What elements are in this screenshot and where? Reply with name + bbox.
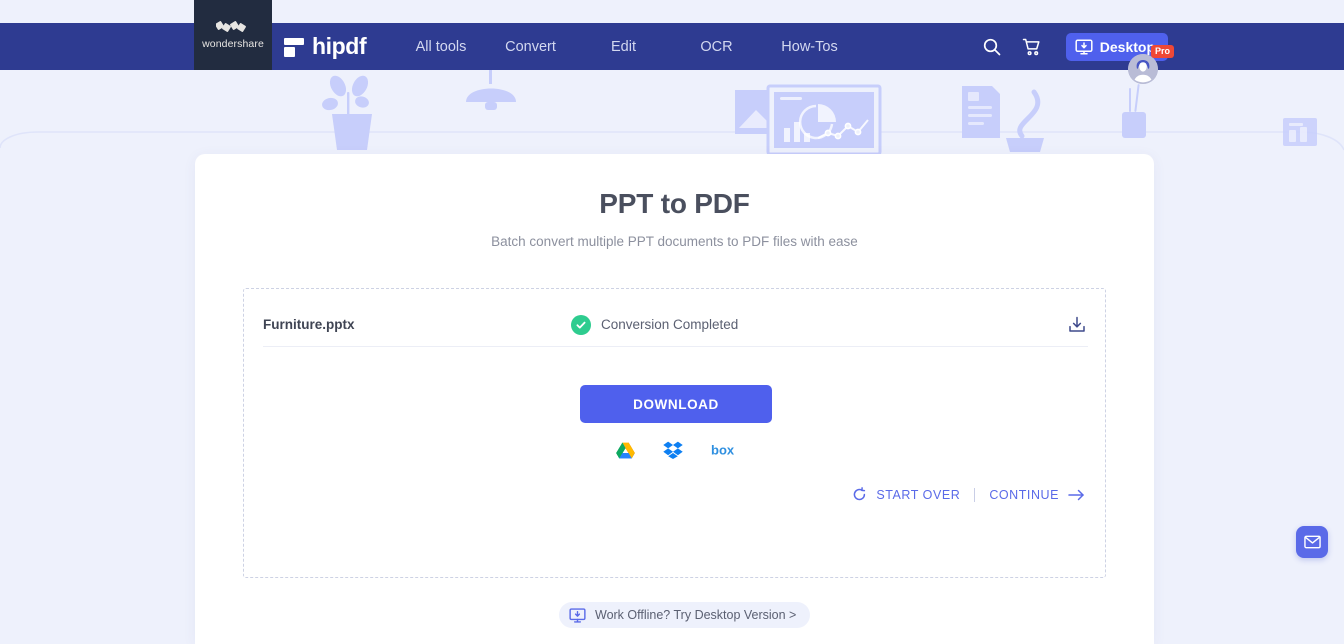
page-title: PPT to PDF [599,188,750,219]
continue-label: CONTINUE [989,487,1059,502]
status-text: Conversion Completed [601,317,739,332]
main-card: PPT to PDF Batch convert multiple PPT do… [195,154,1154,644]
conversion-panel: Furniture.pptx Conversion Completed DOWN… [243,288,1106,578]
search-icon[interactable] [972,27,1012,67]
nav-item-ocr[interactable]: OCR [670,39,763,55]
file-row: Furniture.pptx Conversion Completed [263,303,1088,347]
start-over-label: START OVER [876,487,961,502]
cloud-targets: box [580,441,772,459]
continue-button[interactable]: CONTINUE [989,488,1085,502]
box-icon[interactable]: box [711,443,737,457]
nav-links: All tools Convert Edit OCR How-Tos [398,39,856,55]
start-over-button[interactable]: START OVER [852,487,960,502]
arrow-right-icon [1068,489,1084,500]
wondershare-label: wondershare [202,37,264,50]
work-offline-button[interactable]: Work Offline? Try Desktop Version > [559,602,811,628]
hipdf-wordmark: hipdf [312,33,367,59]
wondershare-w-icon [216,20,246,32]
desktop-download-icon [1075,38,1093,55]
desktop-download-icon [569,607,586,623]
refresh-ccw-icon [854,487,866,501]
hipdf-logo[interactable]: hipdf [284,33,367,60]
cart-icon[interactable] [1012,27,1052,67]
page-root: wondershare hipdf All tools Convert Edit… [0,0,1344,644]
account-area: Pro [1128,45,1174,84]
panel-actions: START OVER CONTINUE [852,487,1085,502]
status-badge: Conversion Completed [571,314,739,335]
envelope-icon [1303,535,1321,549]
nav-item-edit[interactable]: Edit [577,39,670,55]
download-tray-icon[interactable] [1066,314,1088,336]
wondershare-corner-logo[interactable]: wondershare [194,0,272,70]
google-drive-icon[interactable] [615,442,635,459]
desktop-button-label: Desktop [1099,38,1155,55]
hipdf-mark-icon [284,37,304,57]
avatar-icon [1128,54,1158,84]
nav-item-all-tools[interactable]: All tools [398,39,484,55]
pro-badge: Pro [1150,45,1174,58]
dropbox-icon[interactable] [662,441,683,459]
nav-item-convert[interactable]: Convert [484,39,577,55]
work-offline-label: Work Offline? Try Desktop Version > [595,608,797,622]
page-subtitle: Batch convert multiple PPT documents to … [491,234,858,249]
svg-text:box: box [711,443,735,457]
nav-item-how-tos[interactable]: How-Tos [763,39,856,55]
action-separator [974,487,976,502]
check-circle-icon [571,314,591,335]
file-name: Furniture.pptx [263,317,355,332]
download-button[interactable]: DOWNLOAD [580,385,772,423]
feedback-button[interactable] [1296,526,1328,558]
avatar[interactable] [1128,54,1158,84]
